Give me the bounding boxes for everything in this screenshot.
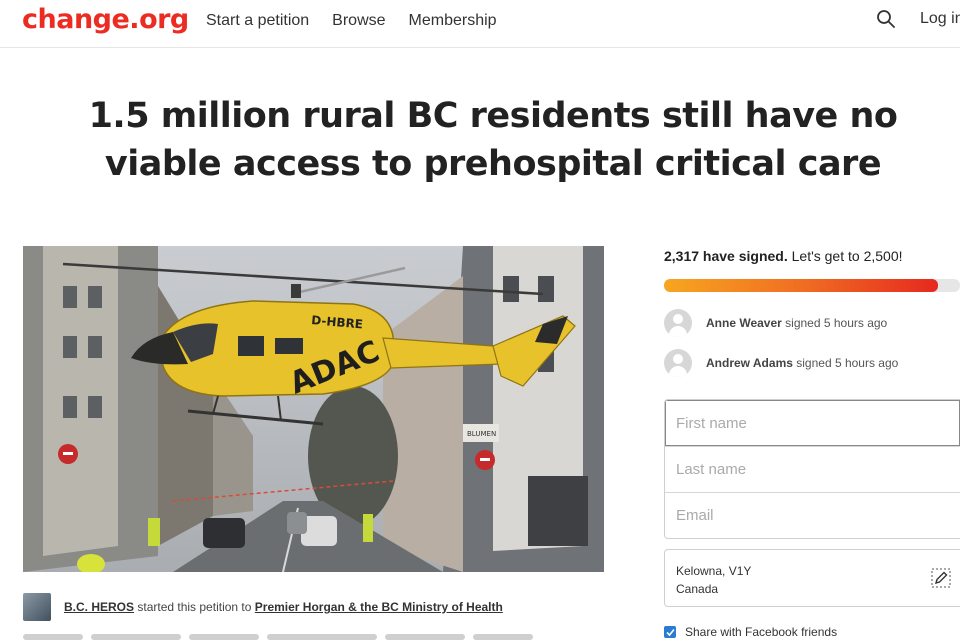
last-name-input[interactable] [665,446,960,492]
nav-browse[interactable]: Browse [332,12,385,30]
main-nav: Start a petition Browse Membership [206,12,497,30]
share-facebook-label: Share with Facebook friends [685,625,838,639]
share-facebook-option[interactable]: Share with Facebook friends [664,625,837,639]
share-facebook-checkbox[interactable] [664,626,676,638]
starter-avatar[interactable] [23,593,51,621]
first-name-input[interactable] [665,400,960,446]
starter-middle-text: started this petition to [137,600,252,614]
email-input[interactable] [665,492,960,538]
location-country: Canada [676,582,719,596]
signature-goal-text: Let's get to 2,500! [791,248,903,264]
petition-image: BLUMEN D-HBRE ADAC [23,246,604,572]
signer-avatar-icon [664,309,692,337]
signature-progress-fill [664,279,939,292]
petition-title: 1.5 million rural BC residents still hav… [88,96,898,184]
signer-action: signed 5 hours ago [785,316,888,330]
edit-pencil-icon[interactable] [931,568,951,588]
location-city: Kelowna, V1Y [676,564,752,578]
signature-progress-bar [664,279,960,292]
checkmark-icon [665,628,675,636]
signer-action: signed 5 hours ago [796,356,899,370]
nav-start-petition[interactable]: Start a petition [206,12,309,30]
signature-count-bold: 2,317 have signed. [664,248,788,264]
signer-avatar-icon [664,349,692,377]
petition-target-link[interactable]: Premier Horgan & the BC Ministry of Heal… [255,600,503,614]
recent-signer: Andrew Adams signed 5 hours ago [664,349,898,377]
signature-count: 2,317 have signed. Let's get to 2,500! [664,248,903,264]
shop-sign-text: BLUMEN [467,430,496,438]
location-field[interactable]: Kelowna, V1Y Canada [664,549,960,607]
login-link[interactable]: Log in [920,10,960,28]
search-icon[interactable] [876,9,896,29]
change-org-logo[interactable]: change.org [22,4,189,35]
signer-name: Anne Weaver [706,316,782,330]
petition-starter: B.C. HEROS started this petition to Prem… [23,592,503,622]
nav-membership[interactable]: Membership [409,12,497,30]
starter-name-link[interactable]: B.C. HEROS [64,600,134,614]
site-header: change.org Start a petition Browse Membe… [0,0,960,48]
sign-form [664,399,960,539]
petition-body-preview [23,634,543,640]
recent-signer: Anne Weaver signed 5 hours ago [664,309,887,337]
signer-name: Andrew Adams [706,356,793,370]
